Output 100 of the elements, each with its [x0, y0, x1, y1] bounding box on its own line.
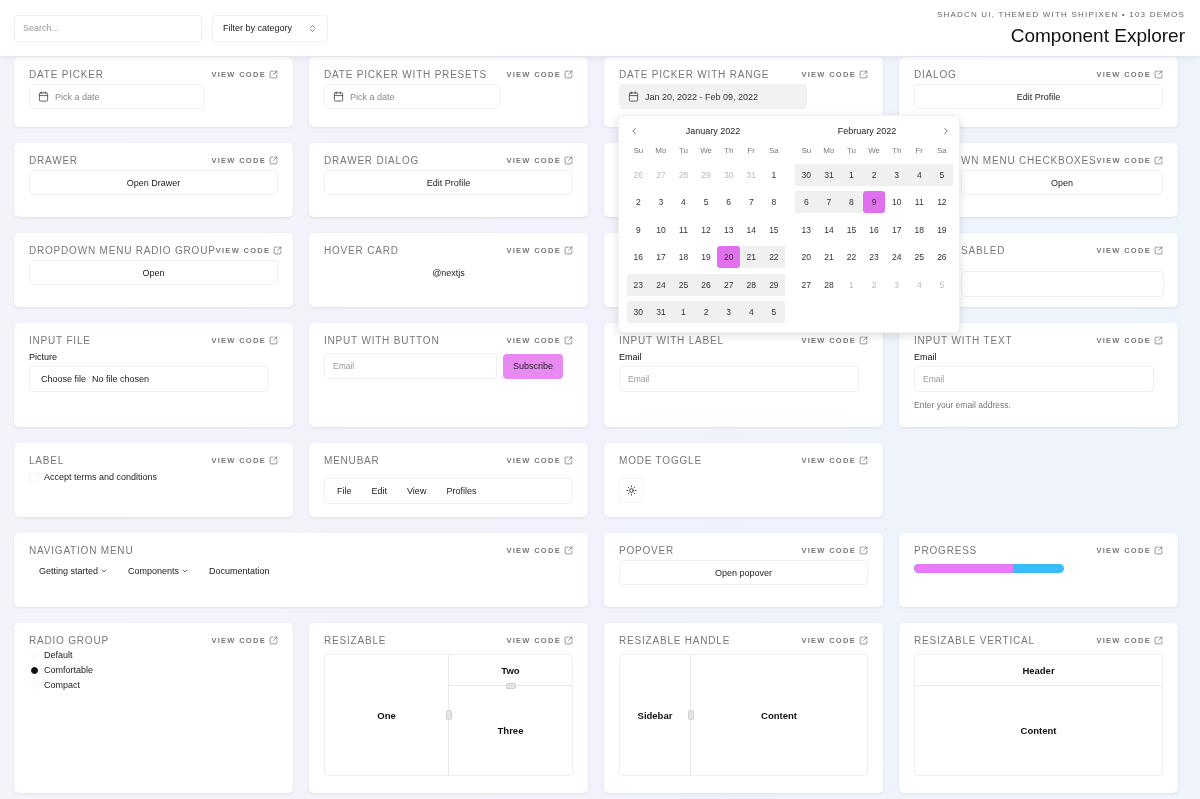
calendar-day[interactable]: 3 — [885, 163, 908, 186]
calendar-day[interactable]: 7 — [817, 191, 841, 213]
calendar-day[interactable]: 27 — [795, 273, 818, 296]
date-picker-button[interactable]: Pick a date — [29, 84, 205, 109]
calendar-day[interactable]: 15 — [762, 218, 786, 241]
menu-item[interactable]: View — [399, 486, 435, 496]
calendar-day[interactable]: 29 — [762, 273, 786, 296]
calendar-day[interactable]: 5 — [930, 163, 954, 186]
subscribe-button[interactable]: Subscribe — [503, 353, 564, 379]
calendar-day[interactable]: 26 — [694, 273, 718, 296]
nav-menu-item[interactable]: Getting started — [39, 566, 117, 576]
weekday-label: Sa — [767, 146, 780, 157]
calendar-day[interactable]: 6 — [717, 191, 740, 213]
card-title: DATE PICKER WITH RANGE — [619, 68, 770, 80]
open-button[interactable]: Open Drawer — [29, 170, 278, 195]
calendar-day[interactable]: 25 — [907, 246, 931, 268]
calendar-day[interactable]: 31 — [649, 301, 673, 323]
calendar-day[interactable]: 17 — [885, 218, 908, 241]
choose-file-button[interactable]: Choose file — [41, 374, 87, 384]
calendar-day[interactable]: 1 — [672, 301, 695, 323]
calendar-day[interactable]: 9 — [627, 218, 650, 241]
calendar-day[interactable]: 14 — [739, 218, 763, 241]
calendar-day[interactable]: 14 — [817, 218, 841, 241]
nav-menu-item[interactable]: Components — [128, 566, 198, 576]
hover-link[interactable]: @nextjs — [324, 260, 573, 285]
date-picker-button[interactable]: Pick a date — [324, 84, 500, 109]
open-button[interactable]: Open — [961, 170, 1163, 195]
calendar-day[interactable]: 30 — [795, 163, 818, 186]
calendar-day[interactable]: 18 — [672, 246, 695, 268]
calendar-day[interactable]: 2 — [627, 191, 650, 213]
calendar-day[interactable]: 28 — [739, 273, 763, 296]
email-field[interactable]: Email — [619, 366, 859, 392]
calendar-day[interactable]: 22 — [840, 246, 863, 268]
calendar-day[interactable]: 20 — [717, 246, 740, 268]
open-button[interactable]: Edit Profile — [324, 170, 573, 195]
calendar-day[interactable]: 20 — [795, 246, 818, 268]
file-input-field[interactable]: Choose file No file chosen — [29, 366, 269, 392]
calendar-day[interactable]: 19 — [694, 246, 718, 268]
calendar-day[interactable]: 2 — [694, 301, 718, 323]
calendar-day[interactable]: 4 — [672, 191, 695, 213]
calendar-day[interactable]: 28 — [817, 273, 841, 296]
calendar-day[interactable]: 24 — [885, 246, 908, 268]
calendar-day[interactable]: 13 — [795, 218, 818, 241]
category-select[interactable]: Filter by category — [212, 14, 328, 42]
open-button[interactable]: Open popover — [619, 560, 868, 585]
calendar-day[interactable]: 11 — [907, 191, 931, 213]
calendar-day[interactable]: 5 — [694, 191, 718, 213]
calendar-day[interactable]: 25 — [672, 273, 695, 296]
calendar-day[interactable]: 11 — [672, 218, 695, 241]
calendar-day[interactable]: 19 — [930, 218, 954, 241]
calendar-day[interactable]: 6 — [795, 191, 818, 213]
search-field[interactable]: Search... — [14, 14, 202, 42]
menu-item[interactable]: File — [329, 486, 360, 496]
calendar-day[interactable]: 2 — [862, 163, 886, 186]
menu-item[interactable]: Profiles — [438, 486, 485, 496]
calendar-day[interactable]: 22 — [762, 246, 786, 268]
calendar-day[interactable]: 3 — [717, 301, 740, 323]
card-title: INPUT WITH TEXT — [914, 334, 1013, 346]
menu-item[interactable]: Edit — [363, 486, 396, 496]
calendar-day[interactable]: 4 — [739, 301, 763, 323]
card-title: RADIO GROUP — [29, 634, 109, 646]
calendar-day[interactable]: 7 — [739, 191, 763, 213]
weekday-label: Fr — [914, 146, 925, 157]
calendar-day[interactable]: 9 — [862, 191, 886, 213]
calendar-day[interactable]: 3 — [649, 191, 673, 213]
calendar-day[interactable]: 16 — [627, 246, 650, 268]
date-picker-button[interactable]: Jan 20, 2022 - Feb 09, 2022 — [619, 84, 807, 109]
calendar-day[interactable]: 10 — [885, 191, 908, 213]
calendar-day[interactable]: 21 — [817, 246, 841, 268]
calendar-day[interactable]: 24 — [649, 273, 673, 296]
calendar-day[interactable]: 12 — [930, 191, 954, 213]
calendar-day[interactable]: 16 — [862, 218, 886, 241]
calendar-day[interactable]: 18 — [907, 218, 931, 241]
calendar-day[interactable]: 27 — [717, 273, 740, 296]
calendar-day[interactable]: 26 — [930, 246, 954, 268]
calendar-day[interactable]: 1 — [840, 163, 863, 186]
weekday-label: Fr — [746, 146, 757, 157]
calendar-day[interactable]: 17 — [649, 246, 673, 268]
weekday-label: Tu — [677, 146, 689, 157]
panel-label: Header — [1022, 664, 1055, 676]
calendar-day[interactable]: 12 — [694, 218, 718, 241]
open-button[interactable]: Open — [29, 260, 278, 285]
calendar-day[interactable]: 4 — [907, 163, 931, 186]
calendar-day[interactable]: 8 — [840, 191, 863, 213]
calendar-day[interactable]: 15 — [840, 218, 863, 241]
calendar-day[interactable]: 21 — [739, 246, 763, 268]
email-field[interactable]: Email — [324, 353, 497, 379]
calendar-day[interactable]: 1 — [762, 163, 786, 186]
calendar-day[interactable]: 8 — [762, 191, 786, 213]
calendar-day[interactable]: 5 — [762, 301, 786, 323]
calendar-day[interactable]: 23 — [627, 273, 650, 296]
calendar-day[interactable]: 30 — [627, 301, 650, 323]
email-field[interactable]: Email — [914, 366, 1154, 392]
calendar-day[interactable]: 10 — [649, 218, 673, 241]
open-button[interactable]: Edit Profile — [914, 84, 1163, 109]
calendar-day[interactable]: 31 — [817, 163, 841, 186]
calendar-day[interactable]: 23 — [862, 246, 886, 268]
nav-menu-item[interactable]: Documentation — [209, 566, 278, 576]
card-title: PROGRESS — [914, 544, 978, 556]
calendar-day[interactable]: 13 — [717, 218, 740, 241]
